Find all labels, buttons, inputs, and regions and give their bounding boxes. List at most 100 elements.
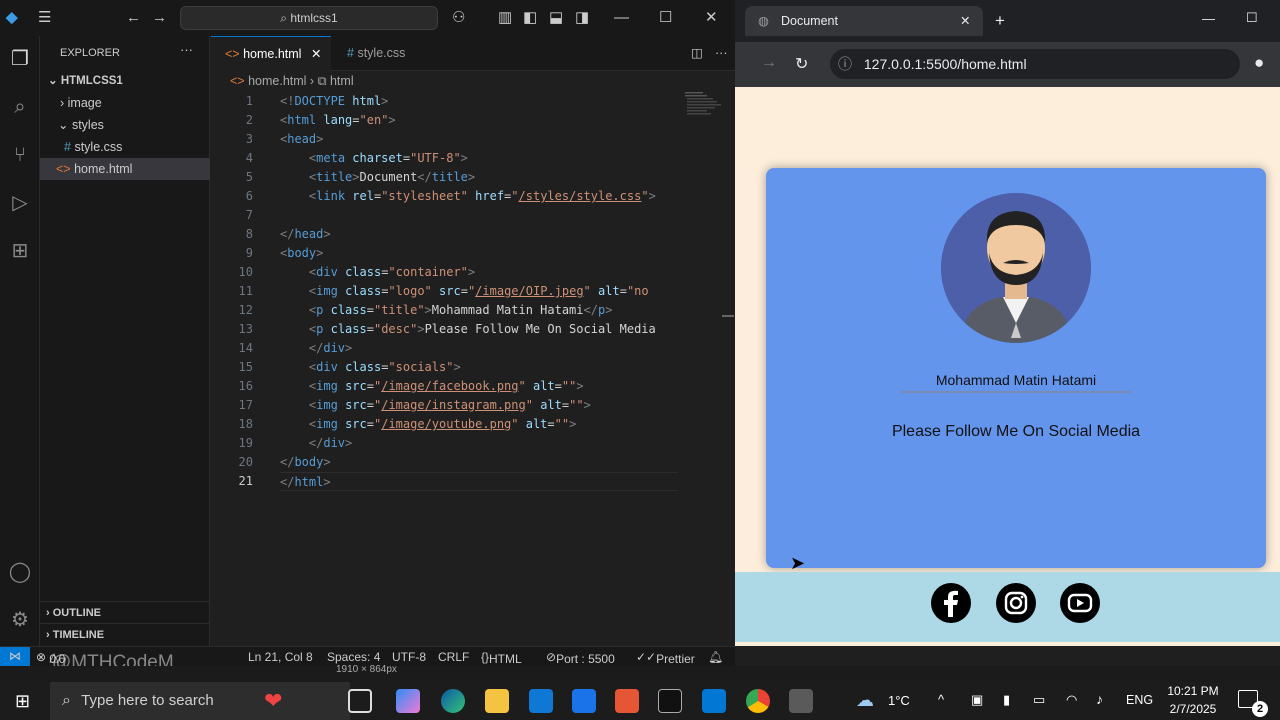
reload-icon[interactable]: ↻ bbox=[795, 54, 808, 74]
new-tab-button[interactable]: + bbox=[995, 11, 1005, 31]
code-line[interactable]: <img class="logo" src="/image/OIP.jpeg" … bbox=[280, 282, 678, 301]
project-folder[interactable]: ⌄ HTMLCSS1 bbox=[40, 70, 210, 92]
breadcrumb-node[interactable]: html bbox=[330, 74, 354, 88]
task-view-icon[interactable] bbox=[348, 689, 372, 713]
code-line[interactable]: <div class="socials"> bbox=[280, 358, 678, 377]
toggle-sidebar-icon[interactable]: ◧ bbox=[523, 9, 537, 27]
browser-tab[interactable]: ◍ Document ✕ bbox=[745, 6, 983, 36]
tray-chevron-icon[interactable]: ^ bbox=[938, 692, 944, 707]
vscode-taskbar-icon[interactable] bbox=[702, 689, 726, 713]
tab-close-icon[interactable]: ✕ bbox=[311, 47, 321, 61]
input-language[interactable]: ENG bbox=[1126, 693, 1153, 707]
search-icon[interactable]: ⌕ bbox=[5, 92, 35, 122]
timeline-section[interactable]: › TIMELINE bbox=[40, 623, 210, 645]
paint-icon[interactable] bbox=[789, 689, 813, 713]
address-bar[interactable]: ⓘ 127.0.0.1:5500/home.html bbox=[830, 49, 1240, 79]
tray-device-icon[interactable]: ▮ bbox=[1003, 692, 1010, 708]
tree-folder-styles[interactable]: ⌄ styles bbox=[40, 114, 210, 136]
minimize-icon[interactable]: — bbox=[614, 9, 629, 27]
live-server-port[interactable]: ⊘ Port : 5500 bbox=[546, 649, 615, 666]
code-line[interactable]: <body> bbox=[280, 244, 678, 263]
language-mode[interactable]: {} HTML bbox=[481, 649, 522, 666]
toggle-secondary-icon[interactable]: ◨ bbox=[575, 9, 589, 27]
toggle-panel-icon[interactable]: ⬓ bbox=[549, 9, 563, 27]
split-editor-icon[interactable]: ◫ bbox=[677, 36, 703, 71]
code-line[interactable]: <div class="container"> bbox=[280, 263, 678, 282]
tab-close-icon[interactable]: ✕ bbox=[960, 13, 970, 28]
code-line[interactable]: <link rel="stylesheet" href="/styles/sty… bbox=[280, 187, 678, 206]
tree-file-style-css[interactable]: # style.css bbox=[40, 136, 210, 158]
facebook-icon[interactable] bbox=[931, 583, 971, 623]
instagram-icon[interactable] bbox=[996, 583, 1036, 623]
file-explorer-icon[interactable] bbox=[485, 689, 509, 713]
copilot-icon[interactable]: ⚇ bbox=[452, 9, 465, 27]
remote-icon[interactable]: ⋈ bbox=[0, 647, 30, 666]
site-info-icon[interactable]: ⓘ bbox=[838, 56, 852, 72]
code-line[interactable]: <!DOCTYPE html> bbox=[280, 92, 678, 111]
close-icon[interactable]: ✕ bbox=[705, 9, 718, 27]
account-icon[interactable]: ◯ bbox=[5, 557, 35, 587]
code-line[interactable]: <head> bbox=[280, 130, 678, 149]
volume-icon[interactable]: ♪ bbox=[1096, 691, 1103, 707]
tray-app-icon[interactable]: ▣ bbox=[971, 692, 983, 708]
code-line[interactable]: </html> bbox=[280, 472, 678, 491]
back-icon[interactable]: ← bbox=[126, 9, 141, 27]
browser-minimize-icon[interactable]: — bbox=[1202, 11, 1215, 26]
clock[interactable]: 10:21 PM 2/7/2025 bbox=[1166, 684, 1220, 716]
files-icon[interactable]: ❐ bbox=[5, 44, 35, 74]
wifi-icon[interactable]: ◠ bbox=[1066, 692, 1077, 708]
code-line[interactable]: <html lang="en"> bbox=[280, 111, 678, 130]
app-icon[interactable] bbox=[615, 689, 639, 713]
code-line[interactable]: </head> bbox=[280, 225, 678, 244]
code-line[interactable]: <img src="/image/instagram.png" alt=""> bbox=[280, 396, 678, 415]
tree-folder-image[interactable]: › image bbox=[40, 92, 210, 114]
code-line[interactable]: <img src="/image/youtube.png" alt=""> bbox=[280, 415, 678, 434]
browser-forward-icon[interactable]: → bbox=[761, 54, 777, 72]
outline-section[interactable]: › OUTLINE bbox=[40, 601, 210, 623]
outlook-icon[interactable] bbox=[529, 689, 553, 713]
command-center[interactable]: ⌕ htmlcss1 bbox=[180, 6, 438, 30]
notifications-icon[interactable]: 🔔︎ bbox=[708, 649, 723, 665]
run-debug-icon[interactable]: ▷ bbox=[5, 188, 35, 218]
settings-gear-icon[interactable]: ⚙ bbox=[5, 605, 35, 635]
encoding[interactable]: UTF-8 bbox=[392, 649, 426, 665]
cursor-position[interactable]: Ln 21, Col 8 bbox=[248, 649, 313, 665]
store-icon[interactable] bbox=[572, 689, 596, 713]
youtube-icon[interactable] bbox=[1060, 583, 1100, 623]
code-line[interactable]: <meta charset="UTF-8"> bbox=[280, 149, 678, 168]
chrome-icon[interactable] bbox=[746, 689, 770, 713]
code-line[interactable]: </div> bbox=[280, 434, 678, 453]
minimap[interactable] bbox=[683, 90, 721, 120]
code-line[interactable]: <p class="desc">Please Follow Me On Soci… bbox=[280, 320, 678, 339]
code-line[interactable]: </body> bbox=[280, 453, 678, 472]
maximize-icon[interactable]: ☐ bbox=[659, 9, 672, 27]
editor-more-icon[interactable]: ··· bbox=[701, 36, 728, 71]
layout-icon[interactable]: ▥ bbox=[498, 9, 512, 27]
extensions-icon[interactable]: ⊞ bbox=[5, 236, 35, 266]
breadcrumb-file[interactable]: home.html bbox=[248, 74, 306, 88]
forward-icon[interactable]: → bbox=[152, 9, 167, 27]
edge-icon[interactable] bbox=[441, 689, 465, 713]
taskbar-search[interactable]: ⌕ Type here to search ❤ bbox=[50, 682, 350, 720]
browser-maximize-icon[interactable]: ☐ bbox=[1246, 10, 1258, 26]
windows-start-icon[interactable]: ⊞ bbox=[15, 691, 30, 712]
line-ending[interactable]: CRLF bbox=[438, 649, 469, 665]
battery-icon[interactable]: ▭ bbox=[1033, 692, 1045, 708]
terminal-icon[interactable] bbox=[658, 689, 682, 713]
code-line[interactable]: <p class="title">Mohammad Matin Hatami</… bbox=[280, 301, 678, 320]
code-line[interactable]: </div> bbox=[280, 339, 678, 358]
menu-icon[interactable]: ☰ bbox=[38, 9, 51, 27]
indentation[interactable]: Spaces: 4 bbox=[327, 649, 380, 665]
tab-home-html[interactable]: <> home.html ✕ bbox=[211, 36, 331, 71]
prettier-status[interactable]: ✓✓ Prettier bbox=[636, 649, 695, 666]
temperature[interactable]: 1°C bbox=[888, 693, 910, 708]
code-line[interactable] bbox=[280, 206, 678, 225]
tab-style-css[interactable]: # style.css bbox=[333, 36, 443, 71]
code-line[interactable]: <title>Document</title> bbox=[280, 168, 678, 187]
source-control-icon[interactable]: ⑂ bbox=[5, 140, 35, 170]
tree-file-home-html[interactable]: <> home.html bbox=[40, 158, 210, 180]
more-actions-icon[interactable]: ··· bbox=[180, 42, 193, 57]
code-line[interactable]: <img src="/image/facebook.png" alt=""> bbox=[280, 377, 678, 396]
copilot-app-icon[interactable] bbox=[396, 689, 420, 713]
weather-icon[interactable]: ☁ bbox=[856, 690, 874, 711]
